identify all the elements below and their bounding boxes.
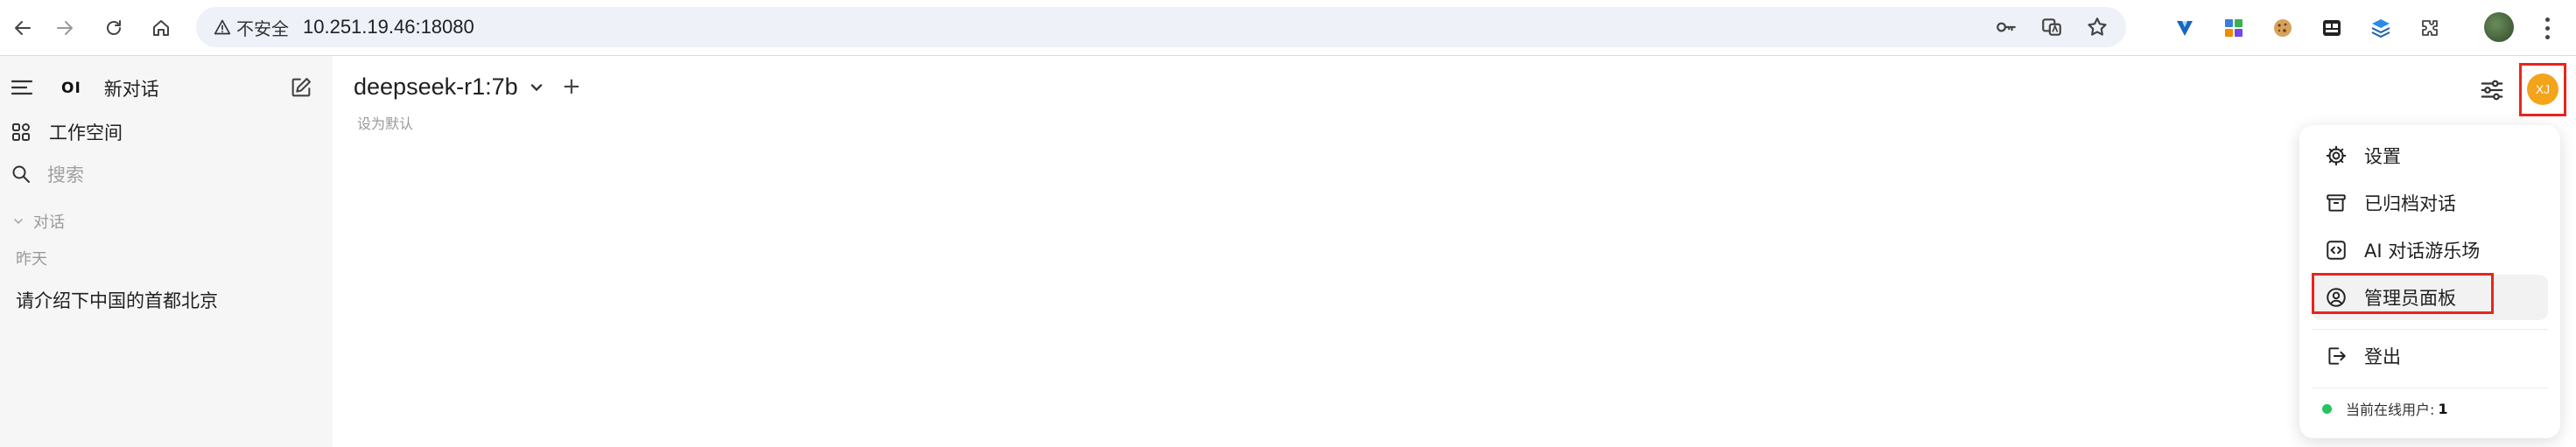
model-name: deepseek-r1:7b bbox=[354, 73, 518, 100]
menu-item-label: 登出 bbox=[2364, 346, 2401, 367]
chevron-down-icon bbox=[530, 83, 542, 91]
menu-item-archived-chats[interactable]: 已归档对话 bbox=[2312, 180, 2548, 226]
chats-section-header[interactable]: 对话 bbox=[12, 210, 65, 233]
translate-icon[interactable] bbox=[2039, 14, 2065, 40]
cookie-icon[interactable] bbox=[2271, 16, 2295, 40]
online-status-dot bbox=[2322, 403, 2332, 414]
compose-icon[interactable] bbox=[289, 75, 313, 100]
sidebar-menu-icon[interactable] bbox=[11, 78, 33, 97]
search-input[interactable]: 搜索 bbox=[47, 161, 84, 187]
main-area: deepseek-r1:7b + 设为默认 XJ bbox=[333, 56, 2576, 447]
browser-menu-icon[interactable] bbox=[2538, 12, 2556, 44]
vuetify-icon[interactable] bbox=[2172, 16, 2197, 40]
security-indicator[interactable]: 不安全 bbox=[210, 15, 292, 39]
add-model-button[interactable]: + bbox=[562, 73, 581, 100]
layers-icon[interactable] bbox=[2369, 16, 2393, 40]
archive-icon bbox=[2324, 191, 2348, 215]
browser-toolbar: 不安全 10.251.19.46:18080 bbox=[0, 0, 2576, 56]
apps-grid-icon[interactable] bbox=[2222, 16, 2246, 40]
url-text[interactable]: 10.251.19.46:18080 bbox=[303, 7, 474, 47]
warning-icon bbox=[214, 19, 231, 35]
security-label: 不安全 bbox=[236, 17, 289, 39]
gear-icon bbox=[2324, 143, 2348, 168]
code-icon bbox=[2324, 238, 2348, 262]
workspace-label: 工作空间 bbox=[49, 122, 123, 143]
reload-icon[interactable] bbox=[96, 10, 131, 45]
media-icon[interactable] bbox=[2320, 16, 2344, 40]
address-bar[interactable]: 不安全 10.251.19.46:18080 bbox=[196, 7, 2126, 47]
forward-icon[interactable] bbox=[47, 10, 82, 45]
set-default-link[interactable]: 设为默认 bbox=[357, 112, 413, 133]
online-users-label: 当前在线用户: bbox=[2346, 402, 2435, 418]
back-icon[interactable] bbox=[5, 10, 40, 45]
menu-item-settings[interactable]: 设置 bbox=[2312, 133, 2548, 178]
chevron-down-icon bbox=[14, 219, 23, 225]
avatar-highlight-box bbox=[2519, 63, 2566, 116]
workspace-icon bbox=[12, 123, 30, 141]
menu-divider bbox=[2312, 329, 2548, 330]
chats-section-label: 对话 bbox=[33, 213, 65, 232]
key-icon[interactable] bbox=[1993, 14, 2019, 40]
sidebar: OI 新对话 工作空间 搜索 对话 昨天 请介绍下中国的首都北京 bbox=[0, 56, 333, 447]
new-chat-label: 新对话 bbox=[103, 79, 159, 100]
menu-item-label: AI 对话游乐场 bbox=[2364, 241, 2481, 262]
chat-item[interactable]: 请介绍下中国的首都北京 bbox=[16, 287, 218, 313]
admin-panel-highlight-box bbox=[2312, 273, 2494, 314]
browser-profile-avatar[interactable] bbox=[2484, 12, 2514, 42]
online-users-count: 1 bbox=[2438, 400, 2448, 417]
new-chat-row[interactable]: OI 新对话 bbox=[61, 75, 159, 101]
menu-item-logout[interactable]: 登出 bbox=[2312, 333, 2548, 379]
chat-item-title: 请介绍下中国的首都北京 bbox=[16, 290, 218, 311]
extensions-puzzle-icon[interactable] bbox=[2418, 16, 2442, 40]
home-icon[interactable] bbox=[144, 10, 179, 45]
brand-logo: OI bbox=[61, 80, 81, 97]
menu-item-label: 已归档对话 bbox=[2364, 193, 2456, 214]
search-icon bbox=[12, 165, 30, 183]
controls-sliders-icon[interactable] bbox=[2479, 77, 2505, 107]
online-users-status: 当前在线用户: 1 bbox=[2322, 398, 2448, 419]
model-selector[interactable]: deepseek-r1:7b bbox=[354, 73, 544, 101]
menu-item-label: 设置 bbox=[2364, 146, 2401, 167]
search-row[interactable]: 搜索 bbox=[11, 161, 84, 187]
star-icon[interactable] bbox=[2084, 14, 2110, 40]
workspace-row[interactable]: 工作空间 bbox=[11, 119, 123, 145]
menu-item-playground[interactable]: AI 对话游乐场 bbox=[2312, 227, 2548, 273]
logout-icon bbox=[2324, 344, 2348, 368]
group-label-yesterday: 昨天 bbox=[16, 250, 47, 269]
